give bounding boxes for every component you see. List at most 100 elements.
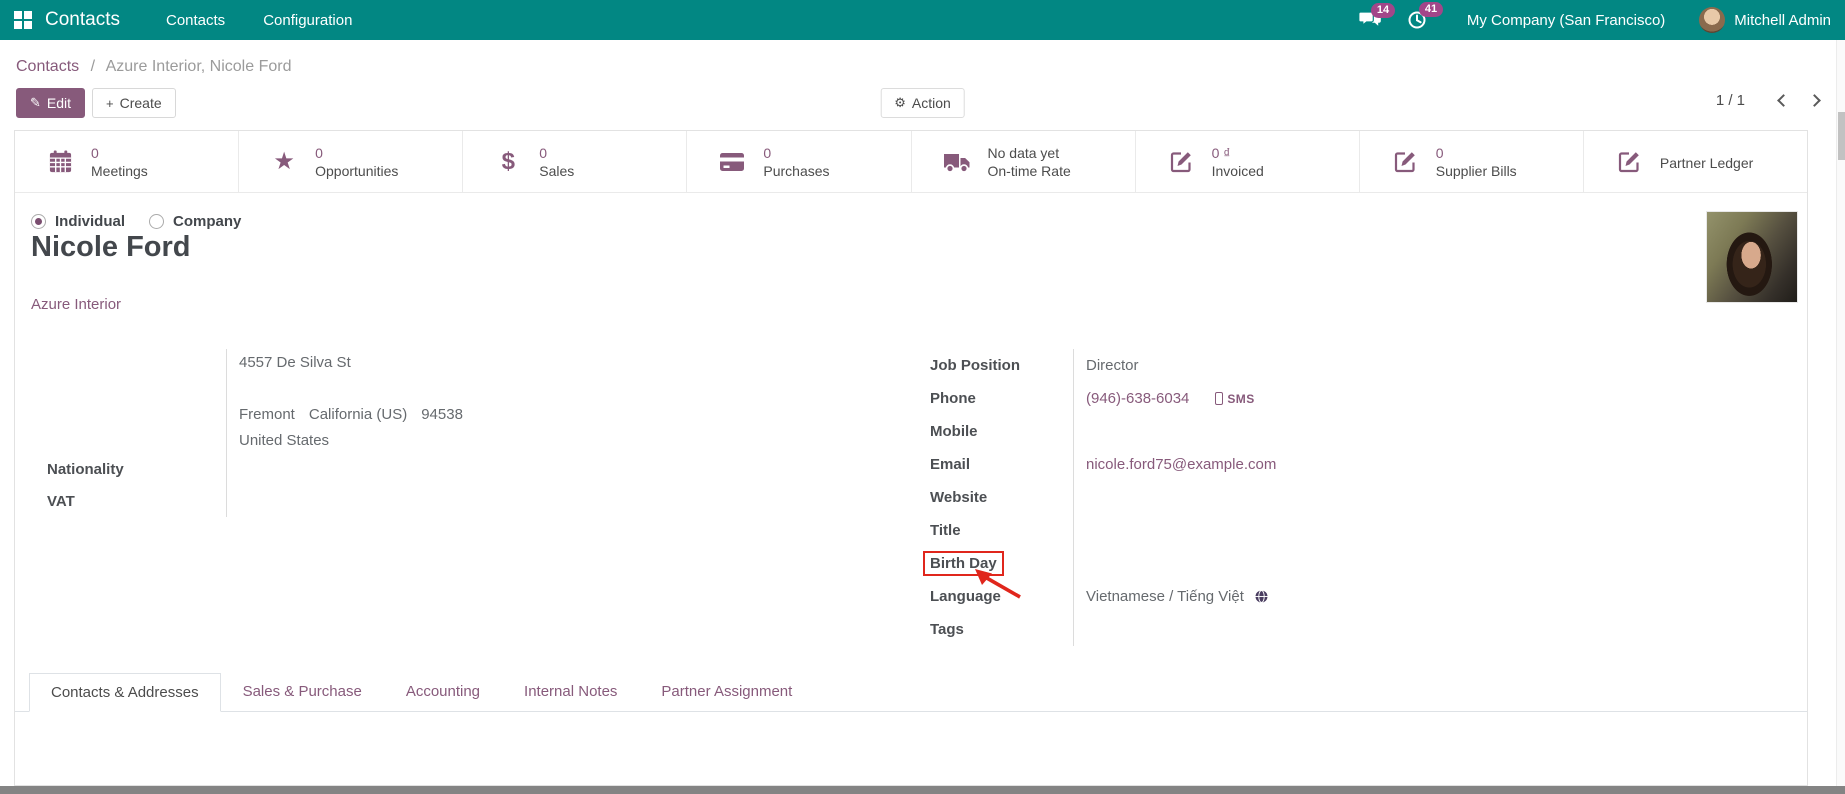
radio-individual-label: Individual <box>55 213 126 230</box>
menu-item-configuration[interactable]: Configuration <box>263 12 352 29</box>
control-panel: Contacts / Azure Interior, Nicole Ford ✎… <box>0 40 1845 130</box>
mobile-value <box>1073 415 1716 448</box>
star-icon: ★ <box>273 147 295 175</box>
tab-internal-notes[interactable]: Internal Notes <box>502 672 639 711</box>
vertical-scrollbar[interactable] <box>1836 40 1845 786</box>
activities-badge: 41 <box>1418 2 1444 17</box>
dollar-icon: $ <box>501 147 515 175</box>
gear-icon: ⚙ <box>894 95 906 110</box>
country-value: United States <box>226 427 751 453</box>
plus-icon: + <box>106 95 114 111</box>
stat-value: 0 <box>1435 144 1444 161</box>
vat-value <box>226 485 751 517</box>
scrollbar-thumb[interactable] <box>1838 112 1845 160</box>
email-link[interactable]: nicole.ford75@example.com <box>1086 456 1276 473</box>
pager-previous-icon[interactable] <box>1777 94 1790 107</box>
notebook-tabs: Contacts & Addresses Sales & Purchase Ac… <box>15 673 1807 712</box>
annotation-arrow <box>975 569 1021 599</box>
stat-button-invoiced[interactable]: 0 ₫ Invoiced <box>1135 131 1360 193</box>
job-position-value: Director <box>1073 349 1716 382</box>
activities-button[interactable]: 41 <box>1407 2 1444 30</box>
edit-button[interactable]: ✎ Edit <box>16 88 86 118</box>
language-value: Vietnamese / Tiếng Việt <box>1086 588 1244 605</box>
contact-name: Nicole Ford <box>31 231 191 263</box>
app-name[interactable]: Contacts <box>45 9 120 31</box>
stat-button-on-time-rate[interactable]: No data yet On-time Rate <box>911 131 1136 193</box>
breadcrumb-contacts[interactable]: Contacts <box>16 58 79 75</box>
tags-value <box>1073 613 1716 646</box>
radio-company-label: Company <box>173 213 242 230</box>
truck-icon <box>942 151 972 173</box>
email-field: nicole.ford75@example.com <box>1073 448 1716 481</box>
stat-button-supplier-bills[interactable]: 0 Supplier Bills <box>1359 131 1584 193</box>
tab-partner-assignment[interactable]: Partner Assignment <box>639 672 814 711</box>
messages-button[interactable]: 14 <box>1358 3 1396 29</box>
edit-square-icon <box>1166 150 1196 174</box>
street-value: 4557 De Silva St <box>226 349 751 375</box>
stat-button-sales[interactable]: $ 0 Sales <box>463 131 688 193</box>
field-label-email: Email <box>930 456 971 473</box>
stat-label: On-time Rate <box>987 162 1071 179</box>
stat-value: 0 <box>539 144 548 161</box>
contact-type-selector: Individual Company <box>31 213 241 230</box>
state-value: California (US) <box>308 405 408 423</box>
pencil-icon: ✎ <box>30 95 41 110</box>
stat-value: 0 ₫ <box>1211 144 1231 161</box>
stat-value: 0 <box>763 144 772 161</box>
top-navbar: Contacts Contacts Configuration 14 41 My… <box>0 0 1845 40</box>
menu-item-contacts[interactable]: Contacts <box>166 12 225 29</box>
create-button[interactable]: + Create <box>92 88 176 118</box>
stat-value: No data yet <box>987 144 1060 161</box>
field-label-mobile: Mobile <box>930 423 978 440</box>
stat-label: Meetings <box>91 162 148 179</box>
stat-button-partner-ledger[interactable]: Partner Ledger <box>1583 131 1807 193</box>
tab-contacts-addresses[interactable]: Contacts & Addresses <box>29 673 221 712</box>
edit-button-label: Edit <box>46 95 72 111</box>
stat-button-meetings[interactable]: 0 Meetings <box>15 131 240 193</box>
globe-icon[interactable] <box>1254 589 1269 604</box>
sms-button[interactable]: SMS <box>1215 392 1254 406</box>
website-value <box>1073 481 1716 514</box>
address-group: 4557 De Silva St Fremont California (US)… <box>31 349 751 517</box>
action-button[interactable]: ⚙ Action <box>880 88 965 118</box>
stat-button-box: 0 Meetings ★ 0 Opportunities $ 0 Sales 0… <box>15 131 1807 193</box>
stat-button-purchases[interactable]: 0 Purchases <box>687 131 912 193</box>
radio-unselected-icon[interactable] <box>149 214 165 229</box>
street2-value <box>226 375 751 401</box>
stat-label: Opportunities <box>315 162 399 179</box>
company-switcher[interactable]: My Company (San Francisco) <box>1467 12 1665 29</box>
stat-label: Invoiced <box>1211 162 1264 179</box>
field-label-phone: Phone <box>930 390 976 407</box>
title-value <box>1073 514 1716 547</box>
breadcrumb: Contacts / Azure Interior, Nicole Ford <box>16 58 291 76</box>
birthday-value <box>1073 547 1716 580</box>
apps-grid-icon[interactable] <box>14 11 32 29</box>
action-button-label: Action <box>911 95 951 111</box>
field-label-job-position: Job Position <box>930 357 1020 374</box>
field-label-website: Website <box>930 489 988 506</box>
radio-individual[interactable]: Individual <box>31 213 125 230</box>
parent-company-link[interactable]: Azure Interior <box>31 296 121 313</box>
stat-label: Partner Ledger <box>1659 154 1754 171</box>
language-field: Vietnamese / Tiếng Việt <box>1073 580 1716 613</box>
city-line: Fremont California (US) 94538 <box>226 401 751 427</box>
phone-link[interactable]: (946)-638-6034 <box>1086 390 1189 407</box>
stat-value: 0 <box>91 144 99 161</box>
tab-sales-purchase[interactable]: Sales & Purchase <box>221 672 384 711</box>
stat-label: Supplier Bills <box>1435 162 1517 179</box>
user-avatar[interactable] <box>1699 7 1726 33</box>
radio-selected-icon[interactable] <box>31 214 46 229</box>
field-label-tags: Tags <box>930 621 964 638</box>
edit-square-icon <box>1614 150 1644 174</box>
field-label-title: Title <box>930 522 961 539</box>
nationality-value <box>226 453 751 485</box>
stat-button-opportunities[interactable]: ★ 0 Opportunities <box>239 131 464 193</box>
tab-accounting[interactable]: Accounting <box>384 672 502 711</box>
contact-photo[interactable] <box>1706 211 1798 303</box>
calendar-icon <box>45 149 75 174</box>
pager-next-icon[interactable] <box>1808 94 1821 107</box>
radio-company[interactable]: Company <box>149 213 241 230</box>
pager-value: 1 / 1 <box>1715 92 1745 109</box>
edit-square-icon <box>1390 150 1420 174</box>
user-menu[interactable]: Mitchell Admin <box>1734 12 1831 29</box>
